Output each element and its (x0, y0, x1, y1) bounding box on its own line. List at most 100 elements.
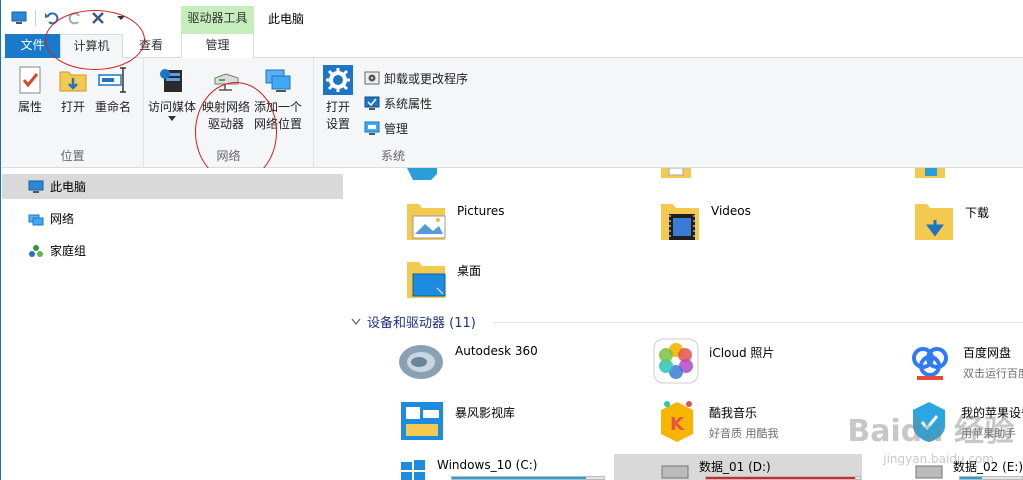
title-bar: 驱动器工具 此电脑 (2, 0, 1023, 34)
map-network-drive-button[interactable]: 映射网络 驱动器 (202, 64, 250, 133)
homegroup-icon (29, 244, 43, 257)
map-drive-label-line2: 驱动器 (208, 117, 245, 131)
quick-access-toolbar (10, 8, 130, 28)
device-name: 酷我音乐 (709, 406, 758, 420)
manage-button[interactable]: 管理 (364, 118, 408, 138)
add-location-label-line1: 添加一个 (254, 100, 303, 114)
properties-button[interactable]: 属性 (14, 64, 46, 116)
folder-downloads[interactable]: 下载 (913, 198, 989, 244)
ribbon-tabs: 文件 计算机 查看 管理 (2, 34, 1023, 59)
folder-videos[interactable]: Videos (659, 198, 751, 244)
hard-drive-icon (661, 465, 689, 479)
group-system-label: 系统 (381, 149, 406, 163)
drive-name: 数据_01 (D:) (699, 460, 771, 474)
device-icloud-photos[interactable]: iCloud 照片 (653, 338, 774, 384)
section-divider (493, 322, 1023, 323)
folder-desktop[interactable]: 桌面 (405, 256, 481, 302)
redo-icon[interactable] (66, 9, 84, 27)
pictures-folder-icon (407, 204, 446, 240)
icloud-photos-icon (653, 338, 699, 384)
group-network: 访问媒体 映射网络 驱动器 添加一个 网络位置 网络 (144, 58, 314, 168)
tab-computer[interactable]: 计算机 (60, 34, 123, 59)
nav-item-network[interactable]: 网络 (2, 206, 343, 231)
access-media-button[interactable]: 访问媒体 (148, 64, 196, 122)
rename-label: 重命名 (95, 100, 132, 114)
device-name: 暴风影视库 (455, 406, 516, 420)
this-pc-icon[interactable] (10, 9, 28, 27)
uninstall-button[interactable]: 卸载或更改程序 (364, 68, 468, 88)
folder-pictures[interactable]: Pictures (405, 198, 505, 244)
settings-gear-icon (323, 65, 353, 95)
properties-icon (19, 66, 41, 94)
tab-view[interactable]: 查看 (127, 34, 175, 58)
undo-icon[interactable] (43, 9, 61, 27)
documents-folder-icon (661, 168, 691, 178)
group-location: 属性 打开 重命名 位置 (2, 58, 144, 168)
group-location-label: 位置 (60, 149, 85, 163)
uninstall-label: 卸载或更改程序 (384, 71, 469, 86)
section-title: 设备和驱动器 (11) (367, 316, 476, 331)
add-network-location-button[interactable]: 添加一个 网络位置 (254, 64, 302, 133)
drive-c-capacity-bar (451, 476, 605, 480)
folder-name: Videos (711, 204, 751, 218)
add-network-location-icon (265, 69, 291, 92)
open-settings-button[interactable]: 打开 设置 (322, 64, 354, 133)
nav-item-homegroup[interactable]: 家庭组 (2, 238, 343, 263)
device-autodesk-360[interactable]: Autodesk 360 (397, 338, 538, 384)
media-server-icon (160, 69, 182, 92)
baidu-watermark: Baidu 经验 (847, 414, 1014, 449)
kuwo-music-icon: K (661, 401, 693, 442)
drive-d-capacity-fill (706, 477, 856, 479)
this-pc-icon (28, 180, 44, 193)
explorer-window: 驱动器工具 此电脑 文件 计算机 查看 管理 属性 打开 重命名 位置 访问媒体… (0, 0, 1023, 480)
nav-item-this-pc[interactable]: 此电脑 (2, 174, 343, 199)
baidu-watermark-url: jingyan.baidu.com (883, 452, 994, 466)
downloads-folder-icon (915, 204, 953, 240)
autodesk-360-icon (399, 345, 443, 379)
qat-separator (35, 10, 36, 26)
map-drive-label-line1: 映射网络 (202, 100, 251, 114)
group-system: 打开 设置 卸载或更改程序 系统属性 管理 系统 (314, 58, 474, 168)
drive-d-capacity-bar (705, 476, 861, 480)
drive-name: Windows_10 (C:) (437, 458, 538, 472)
tab-manage[interactable]: 管理 (181, 34, 254, 58)
device-description: 好音质 用酷我 (709, 427, 779, 440)
devices-section-header[interactable]: 设备和驱动器 (11) (351, 312, 476, 331)
collapse-chevron-icon (351, 318, 361, 325)
ribbon: 属性 打开 重命名 位置 访问媒体 映射网络 驱动器 添加一个 网络位置 网络 … (2, 58, 1023, 168)
folder-name: Pictures (457, 204, 505, 218)
map-drive-icon (214, 73, 239, 91)
customize-qat-chevron-icon[interactable] (112, 9, 130, 27)
access-media-dropdown-icon (168, 116, 176, 121)
open-label: 打开 (60, 100, 85, 114)
device-name: iCloud 照片 (709, 346, 775, 360)
system-properties-icon (364, 96, 380, 110)
nav-item-label: 网络 (50, 212, 75, 226)
music-folder-icon (915, 168, 945, 178)
device-storm-library[interactable]: 暴风影视库 (399, 398, 515, 444)
add-location-label-line2: 网络位置 (254, 117, 303, 131)
network-icon (28, 214, 44, 225)
folder-name: 桌面 (457, 264, 482, 278)
device-kuwo-music[interactable]: K 酷我音乐 好音质 用酷我 (655, 398, 779, 444)
tab-file[interactable]: 文件 (5, 34, 60, 58)
nav-item-label: 此电脑 (50, 180, 87, 194)
open-settings-label-line2: 设置 (325, 117, 350, 131)
uninstall-icon (364, 71, 380, 85)
window-title: 此电脑 (268, 12, 305, 26)
device-baidu-pan[interactable]: 百度网盘 双击运行百度 (907, 338, 1023, 384)
rename-button[interactable]: 重命名 (95, 64, 131, 116)
system-properties-label: 系统属性 (384, 96, 433, 111)
computer-management-icon (364, 121, 380, 135)
drive-e-capacity-fill (960, 477, 982, 479)
open-settings-label-line1: 打开 (325, 100, 350, 114)
delete-icon[interactable] (89, 9, 107, 27)
open-button[interactable]: 打开 (57, 64, 89, 116)
system-properties-button[interactable]: 系统属性 (364, 93, 432, 113)
device-name: Autodesk 360 (455, 344, 538, 358)
3d-objects-folder-icon (407, 168, 437, 180)
storm-video-library-icon (401, 402, 443, 440)
device-name: 百度网盘 (963, 346, 1012, 360)
group-network-label: 网络 (216, 149, 241, 163)
baidu-pan-icon (908, 339, 952, 383)
